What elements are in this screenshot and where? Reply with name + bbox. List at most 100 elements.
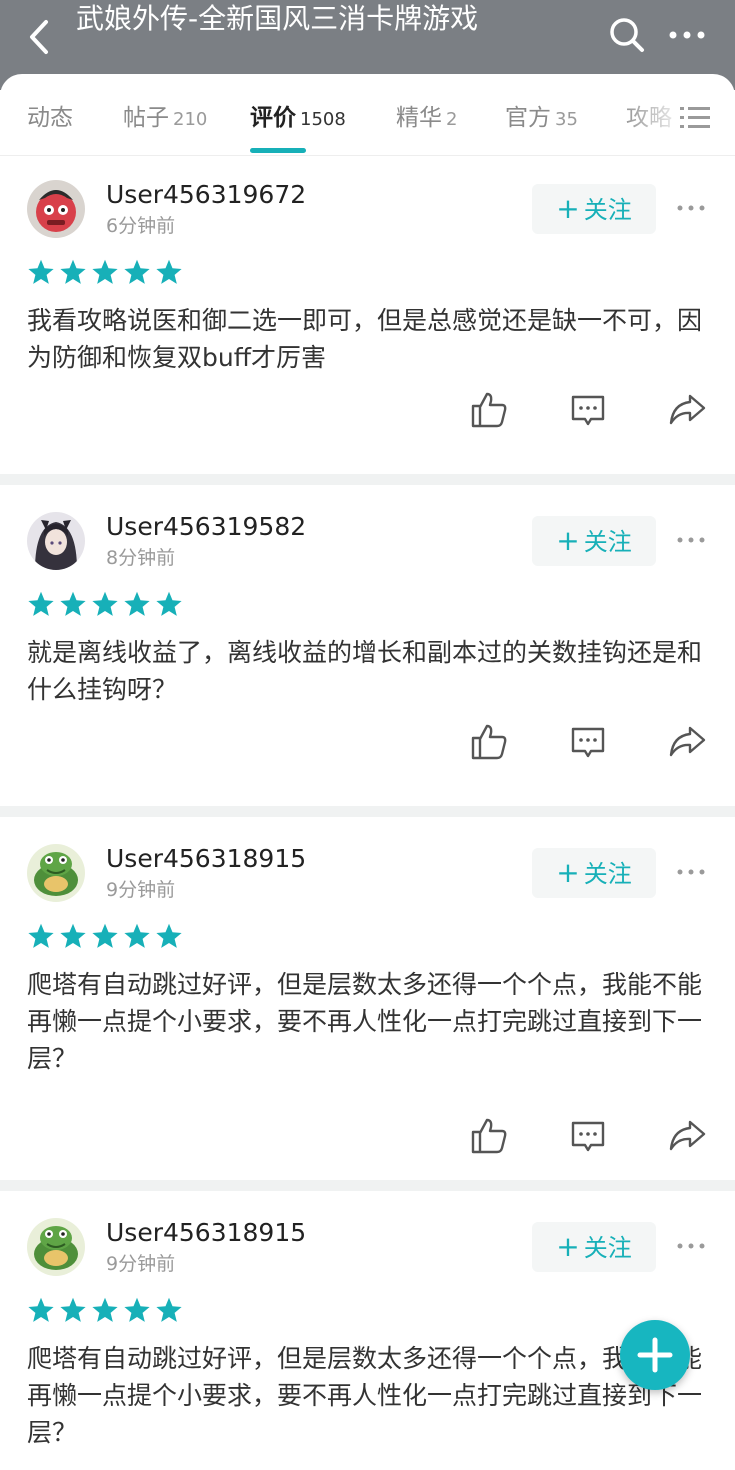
tab-count: 2 [446, 109, 458, 130]
review-more-button[interactable] [676, 528, 706, 552]
tab-count: 35 [555, 109, 578, 130]
follow-label: 关注 [583, 528, 632, 556]
review-text[interactable]: 爬塔有自动跳过好评，但是层数太多还得一个个点，我能不能再懒一点提个小要求，要不再… [27, 966, 707, 1077]
star-icon [28, 259, 54, 284]
follow-button[interactable]: + 关注 [532, 184, 656, 234]
star-rating [27, 258, 187, 286]
star-icon [124, 1297, 150, 1322]
comment-icon [571, 395, 605, 426]
active-tab-indicator [250, 148, 306, 153]
username[interactable]: User456319582 [106, 512, 306, 542]
more-options-button[interactable] [664, 12, 710, 58]
star-icon [60, 259, 86, 284]
star-icon [156, 591, 182, 616]
avatar[interactable] [27, 180, 85, 238]
star-icon [156, 259, 182, 284]
star-icon [156, 923, 182, 948]
share-button[interactable] [667, 722, 707, 762]
tab-dynamic[interactable]: 动态 [27, 102, 73, 134]
follow-label: 关注 [583, 1234, 632, 1262]
username[interactable]: User456319672 [106, 180, 306, 210]
avatar[interactable] [27, 512, 85, 570]
tab-label: 帖子 [123, 105, 169, 131]
comment-button[interactable] [568, 1116, 608, 1156]
follow-label: 关注 [583, 196, 632, 224]
star-rating [27, 1296, 187, 1324]
avatar[interactable] [27, 844, 85, 902]
star-icon [124, 259, 150, 284]
thumbs-up-icon [471, 724, 507, 760]
list-icon [680, 107, 710, 128]
plus-icon: + [556, 1230, 580, 1263]
star-icon [92, 1297, 118, 1322]
chevron-left-icon [30, 20, 48, 54]
follow-button[interactable]: + 关注 [532, 516, 656, 566]
follow-button[interactable]: + 关注 [532, 1222, 656, 1272]
share-icon [669, 1120, 706, 1151]
star-icon [124, 923, 150, 948]
star-icon [60, 1297, 86, 1322]
star-icon [156, 1297, 182, 1322]
tabs-fade [618, 96, 735, 142]
review-text[interactable]: 我看攻略说医和御二选一即可，但是总感觉还是缺一不可，因为防御和恢复双buff才厉… [27, 302, 707, 376]
tab-count: 1508 [300, 109, 346, 130]
star-rating [27, 922, 187, 950]
share-button[interactable] [667, 390, 707, 430]
review-more-button[interactable] [676, 1234, 706, 1258]
more-horizontal-icon [677, 869, 705, 875]
search-button[interactable] [604, 12, 650, 58]
tab-featured[interactable]: 精华 2 [396, 102, 457, 136]
star-icon [60, 591, 86, 616]
follow-label: 关注 [583, 860, 632, 888]
comment-button[interactable] [568, 722, 608, 762]
star-icon [92, 591, 118, 616]
timestamp: 8分钟前 [106, 547, 176, 569]
star-icon [60, 923, 86, 948]
back-button[interactable] [20, 14, 60, 60]
star-icon [124, 591, 150, 616]
username[interactable]: User456318915 [106, 844, 306, 874]
like-button[interactable] [469, 390, 509, 430]
tab-posts[interactable]: 帖子 210 [123, 102, 207, 136]
more-horizontal-icon [677, 1243, 705, 1249]
tab-count: 210 [173, 109, 208, 130]
comment-button[interactable] [568, 390, 608, 430]
comment-icon [571, 727, 605, 758]
share-icon [669, 394, 706, 425]
share-icon [669, 726, 706, 757]
more-horizontal-icon [669, 31, 705, 39]
like-button[interactable] [469, 1116, 509, 1156]
star-icon [28, 923, 54, 948]
more-horizontal-icon [677, 205, 705, 211]
review-card: User456319582 8分钟前 + 关注 就是离线收益了，离线收益的增长和副… [0, 488, 735, 806]
divider [0, 1180, 735, 1191]
tabs-menu-button[interactable] [680, 104, 710, 132]
review-text[interactable]: 爬塔有自动跳过好评，但是层数太多还得一个个点，我能不能再懒一点提个小要求，要不再… [27, 1340, 707, 1451]
thumbs-up-icon [471, 1118, 507, 1154]
follow-button[interactable]: + 关注 [532, 848, 656, 898]
avatar[interactable] [27, 1218, 85, 1276]
timestamp: 9分钟前 [106, 1253, 176, 1275]
plus-icon: + [556, 856, 580, 889]
username[interactable]: User456318915 [106, 1218, 306, 1248]
tab-reviews[interactable]: 评价 1508 [250, 102, 346, 136]
review-text[interactable]: 就是离线收益了，离线收益的增长和副本过的关数挂钩还是和什么挂钩呀？ [27, 634, 707, 708]
page-title: 武娘外传-全新国风三消卡牌游戏 [76, 2, 479, 35]
share-button[interactable] [667, 1116, 707, 1156]
review-card: User456319672 6分钟前 + 关注 我看攻略说医和御二选一即可，但是总… [0, 156, 735, 474]
plus-icon [637, 1337, 673, 1373]
tab-official[interactable]: 官方 35 [505, 102, 578, 136]
timestamp: 9分钟前 [106, 879, 176, 901]
plus-icon: + [556, 524, 580, 557]
tab-label: 官方 [505, 105, 551, 131]
star-icon [28, 591, 54, 616]
search-icon [610, 18, 644, 52]
star-icon [92, 923, 118, 948]
like-button[interactable] [469, 722, 509, 762]
review-more-button[interactable] [676, 860, 706, 884]
review-more-button[interactable] [676, 196, 706, 220]
more-horizontal-icon [677, 537, 705, 543]
write-review-button[interactable] [620, 1320, 690, 1390]
plus-icon: + [556, 192, 580, 225]
divider [0, 474, 735, 485]
